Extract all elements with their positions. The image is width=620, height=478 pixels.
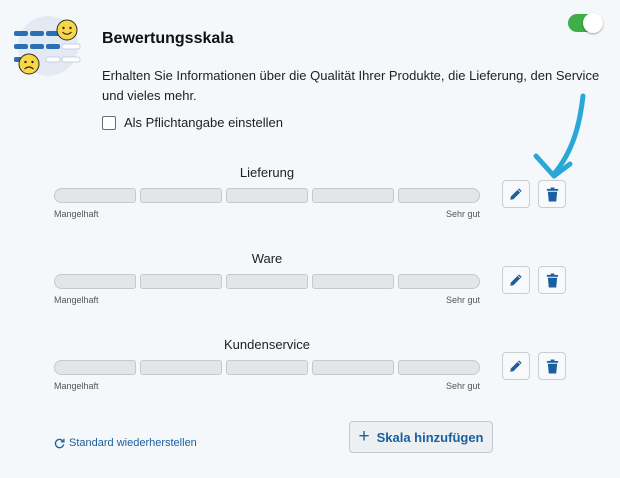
- scale-segment: [54, 188, 136, 203]
- add-scale-button[interactable]: + Skala hinzufügen: [349, 421, 493, 453]
- delete-button[interactable]: [538, 266, 566, 294]
- edit-button[interactable]: [502, 352, 530, 380]
- plus-icon: +: [358, 425, 370, 447]
- scale-segment: [140, 274, 222, 289]
- scale-max-label: Sehr gut: [445, 209, 480, 219]
- scale-segments: [54, 188, 480, 203]
- scale-max-label: Sehr gut: [445, 381, 480, 391]
- pencil-icon: [510, 188, 522, 200]
- scale-label: Ware: [251, 251, 283, 266]
- annotation-arrow-icon: [533, 93, 586, 179]
- sad-face-icon: [18, 53, 40, 75]
- scale-segment: [312, 274, 394, 289]
- scale-segment: [140, 360, 222, 375]
- rating-scale-app-icon: [14, 16, 81, 76]
- scale-segment: [226, 188, 308, 203]
- scale-label: Kundenservice: [224, 337, 310, 352]
- reset-link-label: Standard wiederherstellen: [69, 437, 197, 449]
- required-option[interactable]: Als Pflichtangabe einstellen: [102, 115, 283, 130]
- scale-segments: [54, 274, 480, 289]
- trash-icon: [546, 359, 558, 373]
- trash-icon: [546, 187, 558, 201]
- reset-default-link[interactable]: Standard wiederherstellen: [54, 437, 197, 449]
- scale-segment: [226, 360, 308, 375]
- happy-face-icon: [56, 19, 78, 41]
- scale-segment: [226, 274, 308, 289]
- scale-segment: [398, 360, 480, 375]
- scale-label: Lieferung: [239, 165, 295, 180]
- required-checkbox[interactable]: [102, 115, 116, 130]
- edit-button[interactable]: [502, 180, 530, 208]
- scale-segment: [54, 274, 136, 289]
- scale-segment: [312, 188, 394, 203]
- add-scale-label: Skala hinzufügen: [376, 429, 484, 445]
- required-label: Als Pflichtangabe einstellen: [124, 115, 283, 130]
- section-title: Bewertungsskala: [102, 30, 234, 47]
- scale-segment: [398, 188, 480, 203]
- delete-button[interactable]: [538, 180, 566, 208]
- enable-toggle[interactable]: [568, 13, 603, 33]
- toggle-knob: [583, 13, 603, 33]
- scale-min-label: Mangelhaft: [54, 295, 99, 305]
- scale-segment: [140, 188, 222, 203]
- pencil-icon: [510, 274, 522, 286]
- reset-icon: [54, 438, 65, 448]
- scale-segment: [54, 360, 136, 375]
- scale-segment: [398, 274, 480, 289]
- scale-min-label: Mangelhaft: [54, 209, 99, 219]
- delete-button[interactable]: [538, 352, 566, 380]
- scale-segments: [54, 360, 480, 375]
- section-description: Erhalten Sie Informationen über die Qual…: [102, 68, 600, 103]
- pencil-icon: [510, 360, 522, 372]
- scale-min-label: Mangelhaft: [54, 381, 99, 391]
- scale-segment: [312, 360, 394, 375]
- scale-max-label: Sehr gut: [445, 295, 480, 305]
- trash-icon: [546, 273, 558, 287]
- edit-button[interactable]: [502, 266, 530, 294]
